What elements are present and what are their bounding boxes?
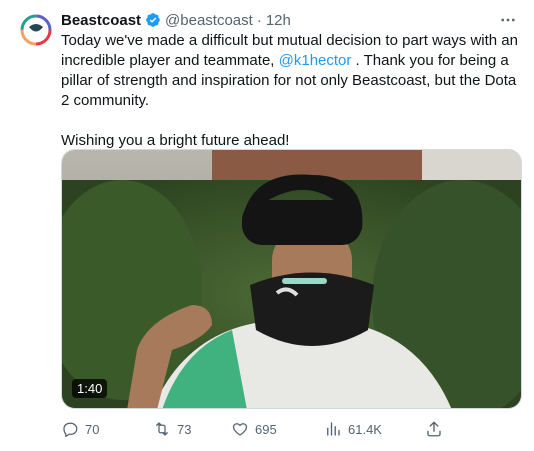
avatar[interactable]	[16, 10, 56, 50]
tweet-text: Today we've made a difficult but mutual …	[61, 31, 521, 151]
reply-count: 70	[85, 421, 100, 437]
timestamp[interactable]: 12h	[266, 12, 291, 29]
repost-icon	[156, 422, 168, 436]
video-duration-badge: 1:40	[72, 379, 108, 398]
mention-link[interactable]: @k1hector	[279, 52, 352, 69]
tweet-header: Beastcoast @beastcoast · 12h	[61, 10, 291, 30]
repost-count: 73	[177, 421, 192, 437]
view-count: 61.4K	[348, 421, 382, 437]
verified-badge-icon	[146, 13, 160, 27]
reply-button[interactable]: 70	[61, 418, 99, 440]
heart-icon	[232, 423, 248, 436]
author-handle[interactable]: @beastcoast	[165, 12, 253, 29]
beastcoast-logo-icon	[16, 10, 56, 50]
video-thumbnail	[62, 150, 521, 408]
like-count: 695	[255, 421, 277, 437]
tweet-actions-bar: 70 73 695 61.4K	[61, 418, 461, 440]
share-icon	[427, 421, 441, 437]
author-name[interactable]: Beastcoast	[61, 12, 141, 29]
separator-dot: ·	[256, 11, 262, 29]
repost-button[interactable]: 73	[153, 418, 191, 440]
views-button[interactable]: 61.4K	[324, 418, 382, 440]
like-button[interactable]: 695	[231, 418, 277, 440]
tweet-closing-line: Wishing you a bright future ahead!	[61, 132, 290, 149]
more-horizontal-icon	[501, 18, 515, 22]
reply-icon	[63, 422, 78, 437]
tweet: Beastcoast @beastcoast · 12h Today we've…	[0, 0, 534, 451]
video-player[interactable]: 1:40	[61, 149, 522, 409]
more-options-button[interactable]	[496, 10, 520, 30]
views-chart-icon	[327, 422, 340, 436]
tweet-paragraph: Today we've made a difficult but mutual …	[61, 31, 521, 111]
share-button[interactable]	[425, 418, 443, 440]
